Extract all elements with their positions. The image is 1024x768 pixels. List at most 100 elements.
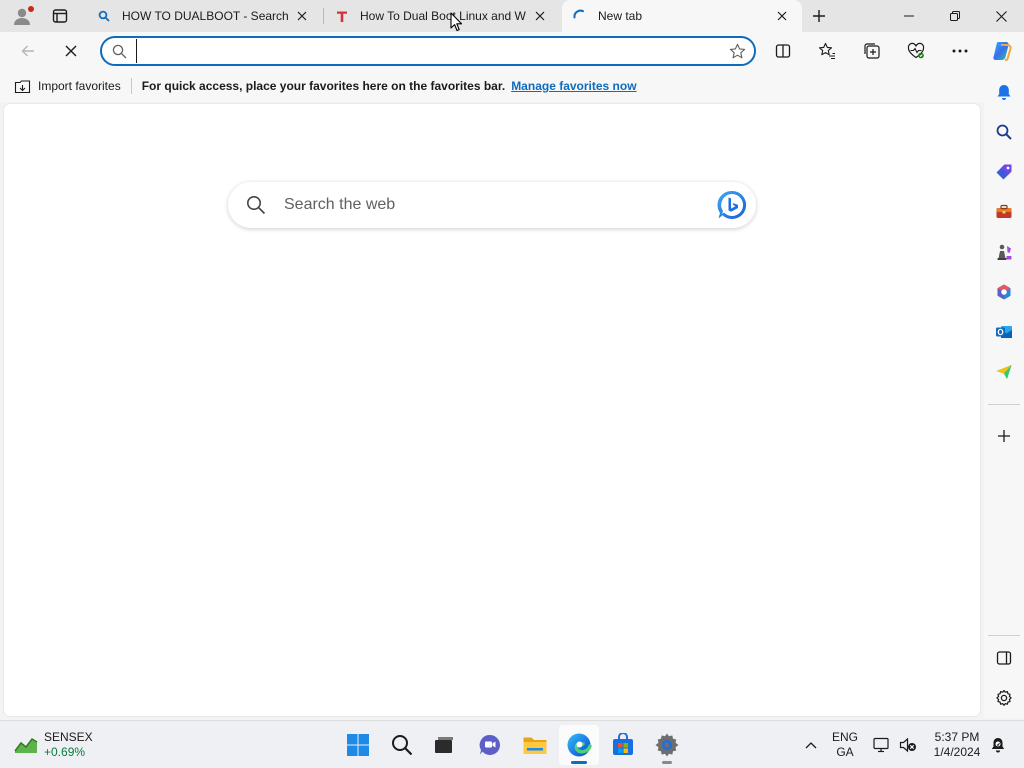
windows-logo-icon xyxy=(347,734,369,756)
copilot-button[interactable] xyxy=(986,35,1018,67)
send-icon xyxy=(996,365,1012,379)
collections-icon xyxy=(864,43,880,59)
settings-and-more-button[interactable] xyxy=(944,35,976,67)
teams-chat-button[interactable] xyxy=(470,725,510,765)
notification-dot xyxy=(28,6,34,12)
notifications-button[interactable] xyxy=(988,76,1020,108)
tab-search[interactable]: HOW TO DUALBOOT - Search xyxy=(86,0,322,32)
site-t-favicon-icon xyxy=(334,8,350,24)
clock-time: 5:37 PM xyxy=(934,730,980,744)
tools-button[interactable] xyxy=(988,196,1020,228)
close-icon xyxy=(297,11,307,21)
shopping-button[interactable] xyxy=(988,156,1020,188)
edge-browser-icon xyxy=(567,733,592,757)
favorites-divider xyxy=(130,78,132,94)
microsoft-365-button[interactable] xyxy=(988,276,1020,308)
volume-button[interactable] xyxy=(896,721,920,768)
close-icon xyxy=(777,11,787,21)
notification-bell-icon xyxy=(991,738,1005,753)
restore-icon xyxy=(950,11,960,21)
browser-essentials-button[interactable] xyxy=(900,35,932,67)
back-arrow-icon xyxy=(21,45,34,57)
profile-button[interactable] xyxy=(2,0,42,32)
web-search-input[interactable] xyxy=(284,196,708,214)
widget-value: +0.69% xyxy=(44,745,86,759)
settings-gear-icon xyxy=(655,733,679,757)
sidebar-settings-button[interactable] xyxy=(988,682,1020,714)
favorites-button[interactable] xyxy=(811,35,843,67)
close-icon xyxy=(535,11,545,21)
sidebar-search-button[interactable] xyxy=(988,116,1020,148)
search-icon xyxy=(996,124,1012,140)
search-icon xyxy=(392,735,413,756)
send-button[interactable] xyxy=(988,356,1020,388)
input-language-button[interactable]: ENG GA xyxy=(826,721,864,768)
tab-close-button[interactable] xyxy=(530,6,550,26)
split-screen-icon xyxy=(775,44,791,58)
shopping-tag-icon xyxy=(996,164,1012,180)
add-sidebar-app-button[interactable] xyxy=(988,420,1020,452)
sidebar-divider xyxy=(988,404,1020,405)
games-button[interactable] xyxy=(988,236,1020,268)
close-icon xyxy=(65,45,77,57)
add-icon xyxy=(998,430,1010,442)
close-window-button[interactable] xyxy=(978,0,1024,32)
tab-close-button[interactable] xyxy=(292,6,312,26)
address-bar[interactable] xyxy=(100,36,756,66)
new-tab-button[interactable] xyxy=(806,0,832,32)
speaker-muted-icon xyxy=(899,737,916,753)
language-code: ENG xyxy=(831,730,858,744)
tab-new-tab[interactable]: New tab xyxy=(562,0,802,32)
web-search-box[interactable] xyxy=(228,182,756,228)
star-icon xyxy=(729,43,745,58)
edge-sidebar xyxy=(984,70,1024,718)
network-monitor-icon xyxy=(873,737,889,753)
split-screen-button[interactable] xyxy=(767,35,799,67)
close-icon xyxy=(995,10,1007,22)
collections-button[interactable] xyxy=(856,35,888,67)
search-icon xyxy=(228,195,284,215)
tab-close-button[interactable] xyxy=(772,6,792,26)
notification-center-button[interactable] xyxy=(986,721,1010,768)
address-input[interactable] xyxy=(136,39,720,63)
minimize-button[interactable] xyxy=(886,0,932,32)
copilot-icon xyxy=(993,42,1012,61)
manage-favorites-link[interactable]: Manage favorites now xyxy=(511,79,636,93)
outlook-button[interactable] xyxy=(988,316,1020,348)
hide-sidebar-button[interactable] xyxy=(988,642,1020,674)
sidebar-divider xyxy=(988,635,1020,636)
microsoft-store-button[interactable] xyxy=(603,725,643,765)
tab-dualboot-article[interactable]: How To Dual Boot Linux and Windows xyxy=(324,0,560,32)
settings-app-button[interactable] xyxy=(647,725,687,765)
task-view-button[interactable] xyxy=(424,725,464,765)
stop-loading-button[interactable] xyxy=(55,35,87,67)
favorites-bar: Import favorites For quick access, place… xyxy=(0,70,986,102)
bell-icon xyxy=(997,85,1011,100)
mouse-cursor-icon xyxy=(450,12,462,32)
chat-icon xyxy=(479,734,501,755)
heart-pulse-icon xyxy=(907,42,925,59)
new-tab-page xyxy=(4,104,980,716)
folder-icon xyxy=(523,737,547,754)
bing-chat-icon xyxy=(717,190,747,219)
clock-button[interactable]: 5:37 PM 1/4/2024 xyxy=(924,721,990,768)
file-explorer-button[interactable] xyxy=(515,725,555,765)
running-app-indicator xyxy=(662,761,672,764)
back-button[interactable] xyxy=(12,35,44,67)
show-hidden-icons-button[interactable] xyxy=(798,721,824,768)
taskbar-search-button[interactable] xyxy=(382,725,422,765)
tab-title: HOW TO DUALBOOT - Search xyxy=(122,9,288,23)
network-status-button[interactable] xyxy=(870,721,894,768)
tab-actions-button[interactable] xyxy=(40,0,80,32)
edge-taskbar-button[interactable] xyxy=(559,725,599,765)
add-favorite-button[interactable] xyxy=(720,43,754,60)
restore-button[interactable] xyxy=(932,0,978,32)
windows-taskbar: SENSEX +0.69% ENG GA 5:37 PM 1/4/2024 xyxy=(0,720,1024,768)
import-favorites-button[interactable]: Import favorites xyxy=(0,76,121,96)
stock-widget[interactable]: SENSEX +0.69% xyxy=(14,727,93,763)
favorites-bar-message: For quick access, place your favorites h… xyxy=(141,79,506,93)
split-screen-icon xyxy=(996,651,1012,665)
bing-chat-button[interactable] xyxy=(708,189,756,221)
games-icon xyxy=(997,244,1012,260)
start-button[interactable] xyxy=(338,725,378,765)
